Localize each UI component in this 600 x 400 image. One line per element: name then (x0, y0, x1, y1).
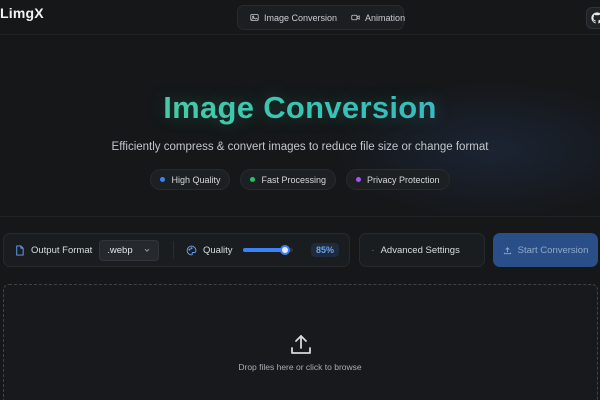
page-title: Image Conversion (0, 90, 600, 126)
badge-label: Privacy Protection (367, 174, 440, 185)
output-format-select[interactable]: .webp (99, 239, 160, 261)
status-dot (160, 177, 166, 182)
badge-privacy-protection: Privacy Protection (346, 169, 450, 190)
divider (173, 241, 174, 259)
video-icon (351, 14, 360, 21)
upload-small-icon (503, 246, 511, 254)
quality-slider[interactable] (242, 245, 293, 255)
start-conversion-label: Start Conversion (517, 244, 589, 256)
settings-panel: Output Format .webp Quality 85% (3, 233, 350, 267)
github-icon (591, 12, 600, 24)
slider-fill (242, 248, 286, 252)
output-format-text: Output Format (31, 244, 93, 256)
upload-icon (291, 335, 311, 354)
advanced-settings-button[interactable]: Advanced Settings (359, 233, 485, 267)
top-bar: LimgX Image Conversion Animation (0, 0, 600, 35)
badge-fast-processing: Fast Processing (240, 169, 337, 190)
feature-badges: High Quality Fast Processing Privacy Pro… (0, 169, 600, 190)
chevron-down-icon (144, 248, 150, 252)
output-format-label: Output Format (14, 245, 92, 256)
nav-item-label: Animation (365, 12, 406, 23)
slider-handle[interactable] (280, 245, 291, 255)
app-logo[interactable]: LimgX (0, 5, 44, 21)
palette-icon (186, 245, 197, 255)
badge-high-quality: High Quality (150, 169, 231, 190)
quality-value: 85% (310, 243, 339, 257)
status-dot (356, 177, 362, 182)
main-nav: Image Conversion Animation (237, 5, 405, 30)
quality-text: Quality (202, 244, 233, 256)
image-icon (250, 14, 259, 21)
file-icon (16, 244, 24, 256)
nav-item-animation[interactable]: Animation (345, 10, 411, 26)
drop-zone-text: Drop files here or click to browse (238, 362, 362, 372)
section-divider (0, 216, 600, 217)
page-subtitle: Efficiently compress & convert images to… (111, 141, 489, 153)
chevron-right-icon (471, 249, 472, 251)
status-dot (250, 177, 256, 182)
advanced-settings-label: Advanced Settings (380, 244, 460, 256)
sliders-icon (372, 249, 374, 251)
nav-item-image-conversion[interactable]: Image Conversion (244, 10, 343, 26)
quality-label: Quality (186, 245, 233, 256)
badge-label: High Quality (171, 174, 221, 185)
nav-item-label: Image Conversion (264, 12, 338, 23)
start-conversion-button[interactable]: Start Conversion (493, 233, 598, 267)
badge-label: Fast Processing (261, 174, 327, 185)
output-format-value: .webp (107, 244, 133, 256)
github-button[interactable] (586, 7, 600, 29)
